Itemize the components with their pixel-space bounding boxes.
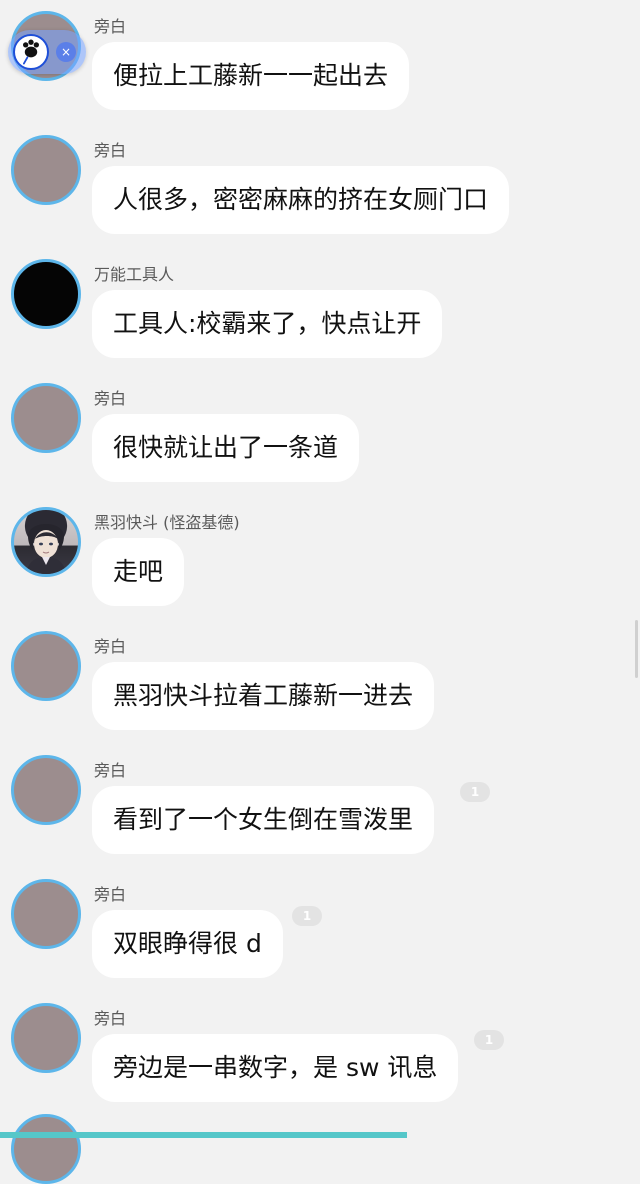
avatar[interactable] xyxy=(11,259,81,329)
message-bubble[interactable]: 人很多，密密麻麻的挤在女厕门口 xyxy=(92,166,510,234)
read-count-badge: 1 xyxy=(460,782,490,802)
message-bubble[interactable]: 旁边是一串数字，是 sw 讯息 xyxy=(92,1034,459,1102)
sender-name: 旁白 xyxy=(94,885,127,904)
progress-bar xyxy=(0,1132,407,1138)
paw-icon[interactable] xyxy=(13,34,49,70)
chat-message: 旁白 旁边是一串数字，是 sw 讯息 1 xyxy=(0,1001,640,1113)
sender-name: 旁白 xyxy=(94,141,127,160)
message-bubble[interactable]: 很快就让出了一条道 xyxy=(92,414,360,482)
floating-widget[interactable]: × xyxy=(8,30,86,74)
chat-message: 旁白 便拉上工藤新一一起出去 xyxy=(0,9,640,121)
sender-name: 旁白 xyxy=(94,389,127,408)
sender-name: 黑羽快斗 (怪盗基德) xyxy=(94,513,240,532)
avatar[interactable] xyxy=(11,631,81,701)
chat-message: 旁白 黑羽快斗拉着工藤新一进去 xyxy=(0,629,640,741)
avatar[interactable] xyxy=(11,879,81,949)
sender-name: 万能工具人 xyxy=(94,265,175,284)
sender-name: 旁白 xyxy=(94,17,127,36)
scrollbar[interactable] xyxy=(635,620,638,678)
partial-avatar[interactable] xyxy=(11,1114,81,1184)
chat-message: 旁白 看到了一个女生倒在雪泼里 1 xyxy=(0,753,640,865)
avatar[interactable] xyxy=(11,135,81,205)
message-bubble[interactable]: 走吧 xyxy=(92,538,185,606)
message-bubble[interactable]: 黑羽快斗拉着工藤新一进去 xyxy=(92,662,435,730)
message-bubble[interactable]: 双眼睁得很 d xyxy=(92,910,283,978)
message-bubble[interactable]: 便拉上工藤新一一起出去 xyxy=(92,42,410,110)
close-icon[interactable]: × xyxy=(56,42,76,62)
avatar[interactable] xyxy=(11,383,81,453)
read-count-badge: 1 xyxy=(292,906,322,926)
sender-name: 旁白 xyxy=(94,637,127,656)
sender-name: 旁白 xyxy=(94,1009,127,1028)
character-avatar[interactable] xyxy=(11,507,81,577)
sender-name: 旁白 xyxy=(94,761,127,780)
chat-message: 万能工具人 工具人:校霸来了，快点让开 xyxy=(0,257,640,369)
message-bubble[interactable]: 工具人:校霸来了，快点让开 xyxy=(92,290,443,358)
read-count-badge: 1 xyxy=(474,1030,504,1050)
chat-message: 旁白 很快就让出了一条道 xyxy=(0,381,640,493)
avatar[interactable] xyxy=(11,755,81,825)
character-portrait-icon xyxy=(26,524,66,574)
chat-thread: 旁白 便拉上工藤新一一起出去 旁白 人很多，密密麻麻的挤在女厕门口 万能工具人 … xyxy=(0,0,640,1184)
chat-message: 旁白 人很多，密密麻麻的挤在女厕门口 xyxy=(0,133,640,245)
chat-message: 旁白 双眼睁得很 d 1 xyxy=(0,877,640,989)
chat-message: 黑羽快斗 (怪盗基德) 走吧 xyxy=(0,505,640,617)
message-bubble[interactable]: 看到了一个女生倒在雪泼里 xyxy=(92,786,435,854)
avatar[interactable] xyxy=(11,1003,81,1073)
